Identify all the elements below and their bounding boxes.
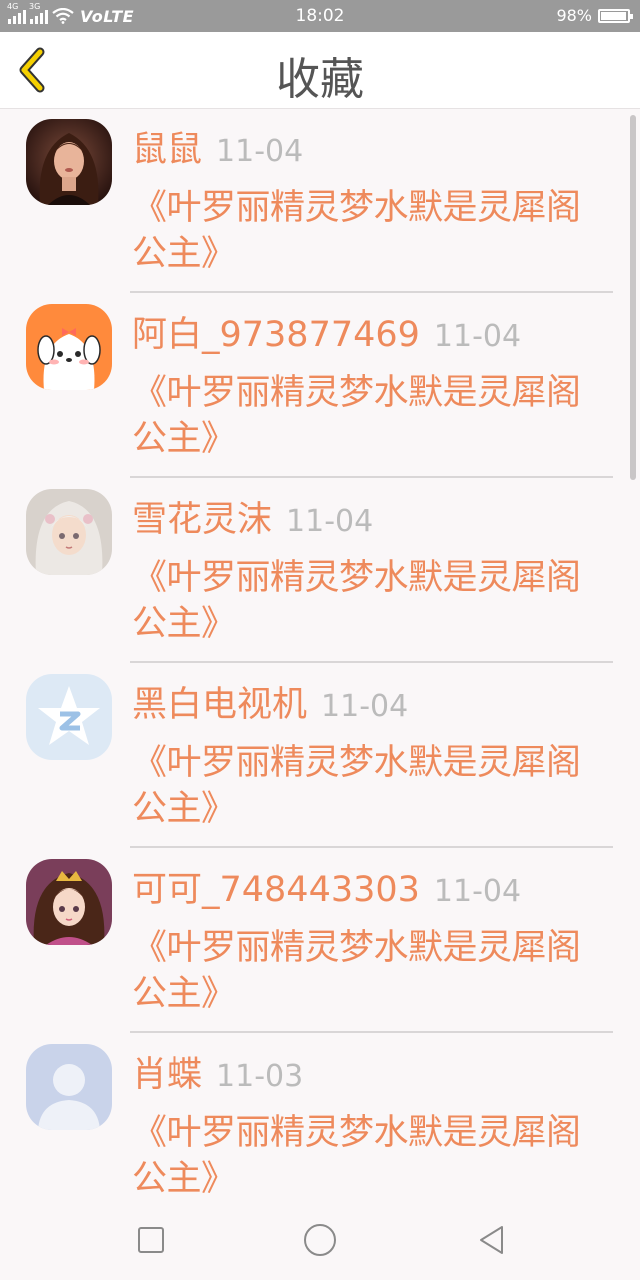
status-right: 98% bbox=[556, 6, 633, 25]
user-name[interactable]: 可可_748443303 bbox=[132, 870, 420, 910]
system-nav-bar bbox=[0, 1198, 640, 1280]
favorites-list[interactable]: 鼠鼠 11-04 《叶罗丽精灵梦水默是灵犀阁公主》 阿白_973877469 11-… bbox=[0, 108, 640, 1198]
avatar[interactable] bbox=[26, 489, 112, 575]
item-date: 11-04 bbox=[286, 504, 374, 539]
list-item[interactable]: 可可_748443303 11-04 《叶罗丽精灵梦水默是灵犀阁公主》 bbox=[0, 848, 640, 1033]
list-item[interactable]: 黑白电视机 11-04 《叶罗丽精灵梦水默是灵犀阁公主》 bbox=[0, 663, 640, 848]
item-date: 11-03 bbox=[216, 1059, 304, 1094]
name-row: 肖蝶 11-03 bbox=[132, 1053, 303, 1103]
avatar[interactable] bbox=[26, 674, 112, 760]
item-content[interactable]: 《叶罗丽精灵梦水默是灵犀阁公主》 bbox=[132, 370, 612, 462]
item-content[interactable]: 《叶罗丽精灵梦水默是灵犀阁公主》 bbox=[132, 555, 612, 647]
status-bar: 4G 3G VoLTE 18:02 98% bbox=[0, 0, 640, 32]
list-item[interactable]: 鼠鼠 11-04 《叶罗丽精灵梦水默是灵犀阁公主》 bbox=[0, 108, 640, 293]
item-date: 11-04 bbox=[216, 134, 304, 169]
name-row: 雪花灵沫 11-04 bbox=[132, 498, 373, 548]
item-date: 11-04 bbox=[433, 874, 522, 909]
app-header: 收藏 bbox=[0, 32, 640, 109]
list-item[interactable]: 阿白_973877469 11-04 《叶罗丽精灵梦水默是灵犀阁公主》 bbox=[0, 293, 640, 478]
user-name[interactable]: 阿白_973877469 bbox=[132, 315, 420, 355]
item-date: 11-04 bbox=[433, 319, 522, 354]
battery-percent: 98% bbox=[556, 6, 592, 25]
square-icon[interactable] bbox=[131, 1220, 171, 1260]
avatar[interactable] bbox=[26, 119, 112, 205]
avatar[interactable] bbox=[26, 1044, 112, 1130]
user-name[interactable]: 肖蝶 bbox=[132, 1055, 202, 1095]
item-content[interactable]: 《叶罗丽精灵梦水默是灵犀阁公主》 bbox=[132, 925, 612, 1017]
battery-icon bbox=[598, 8, 633, 23]
user-name[interactable]: 雪花灵沫 bbox=[132, 500, 272, 540]
circle-icon[interactable] bbox=[300, 1220, 340, 1260]
avatar[interactable] bbox=[26, 304, 112, 390]
item-date: 11-04 bbox=[321, 689, 409, 724]
scrollbar[interactable] bbox=[630, 115, 636, 480]
avatar[interactable] bbox=[26, 859, 112, 945]
item-content[interactable]: 《叶罗丽精灵梦水默是灵犀阁公主》 bbox=[132, 1110, 612, 1198]
item-content[interactable]: 《叶罗丽精灵梦水默是灵犀阁公主》 bbox=[132, 185, 612, 277]
name-row: 鼠鼠 11-04 bbox=[132, 128, 303, 178]
name-row: 阿白_973877469 11-04 bbox=[132, 313, 521, 363]
triangle-back-icon[interactable] bbox=[472, 1220, 512, 1260]
name-row: 可可_748443303 11-04 bbox=[132, 868, 521, 918]
user-name[interactable]: 黑白电视机 bbox=[132, 685, 307, 725]
page-title: 收藏 bbox=[276, 54, 364, 105]
name-row: 黑白电视机 11-04 bbox=[132, 683, 408, 733]
status-time: 18:02 bbox=[295, 6, 345, 26]
list-item[interactable]: 肖蝶 11-03 《叶罗丽精灵梦水默是灵犀阁公主》 bbox=[0, 1033, 640, 1198]
item-content[interactable]: 《叶罗丽精灵梦水默是灵犀阁公主》 bbox=[132, 740, 612, 832]
list-item[interactable]: 雪花灵沫 11-04 《叶罗丽精灵梦水默是灵犀阁公主》 bbox=[0, 478, 640, 663]
user-name[interactable]: 鼠鼠 bbox=[132, 130, 202, 170]
